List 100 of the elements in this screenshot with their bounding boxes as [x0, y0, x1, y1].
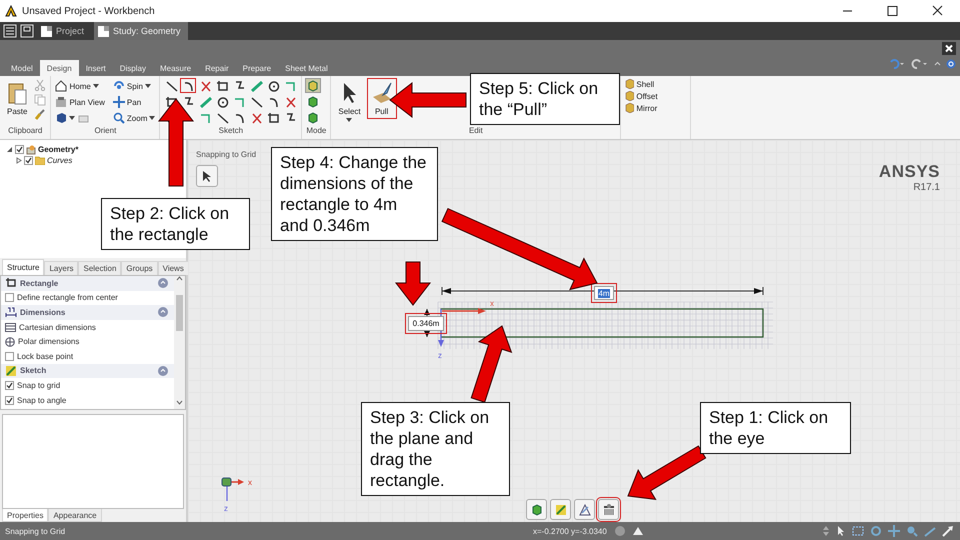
sketch-tool-icon[interactable]: [215, 111, 230, 124]
caret-icon: [92, 84, 99, 88]
caret-icon: [149, 116, 156, 120]
checkbox[interactable]: [15, 145, 24, 154]
redo-icon[interactable]: [911, 59, 929, 69]
spin-icon: [112, 80, 125, 92]
app-tab[interactable]: Project: [37, 22, 92, 40]
orient-button[interactable]: Pan: [112, 95, 156, 109]
panel-tab[interactable]: Structure: [2, 259, 44, 275]
polar-icon[interactable]: [5, 336, 15, 347]
mode-icon[interactable]: [306, 95, 320, 108]
axis-triad-drawing: x z: [218, 475, 260, 515]
ribbon-tab[interactable]: Display: [112, 60, 153, 76]
checkbox[interactable]: [5, 293, 14, 302]
orient-button[interactable]: Spin: [112, 79, 156, 93]
dimension-field[interactable]: 4m: [594, 286, 614, 300]
ribbon-button[interactable]: Pull: [368, 79, 396, 118]
ribbon-tab[interactable]: Design: [40, 60, 79, 76]
sketch-tool-icon[interactable]: [164, 79, 178, 92]
ribbon-tab[interactable]: Sheet Metal: [278, 60, 335, 76]
arrow-icon[interactable]: [942, 525, 954, 537]
rectangle-outline[interactable]: [440, 308, 764, 338]
sketch-tool-icon[interactable]: [249, 95, 264, 108]
grid-lines-icon[interactable]: [5, 322, 16, 332]
axis-label: z: [438, 351, 442, 360]
instruction-callout: Step 2: Click on the rectangle: [101, 198, 250, 250]
list-icon[interactable]: [3, 24, 17, 38]
ribbon-button[interactable]: Select: [335, 79, 364, 124]
grid-comb-icon[interactable]: [598, 499, 619, 520]
plane-icon[interactable]: [574, 499, 595, 520]
scrollbar-thumb[interactable]: [176, 295, 183, 331]
caret-icon: [346, 118, 352, 122]
panel-tab[interactable]: Properties: [2, 509, 48, 522]
app-tab[interactable]: Study: Geometry: [94, 22, 188, 40]
box-select-icon[interactable]: [852, 526, 864, 536]
scroll-up-icon[interactable]: [176, 276, 183, 281]
ribbon-button[interactable]: Offset: [625, 91, 658, 101]
ribbon-tab[interactable]: Insert: [78, 60, 113, 76]
select-tool-icon[interactable]: [196, 165, 218, 187]
option-label: Snap to angle: [17, 396, 66, 405]
sketch-icon: [5, 364, 17, 377]
ribbon-button[interactable]: Shell: [625, 79, 658, 89]
instruction-callout: Step 4: Change the dimensions of the rectangle to 4m and 0.346m: [271, 147, 438, 241]
solid-cube-icon[interactable]: [526, 499, 547, 520]
sketch-tool-icon[interactable]: [215, 79, 230, 92]
panel-tab[interactable]: Selection: [78, 261, 122, 275]
panel-tab[interactable]: Groups: [121, 261, 158, 275]
option-label: Define rectangle from center: [17, 293, 118, 302]
group-label: Clipboard: [7, 126, 44, 137]
paste-button[interactable]: Paste: [4, 79, 30, 118]
checkbox[interactable]: [5, 352, 14, 361]
orient-button[interactable]: Plan View: [55, 95, 105, 109]
instruction-callout: Step 5: Click on the “Pull”: [470, 73, 620, 125]
panel-tab[interactable]: Appearance: [48, 509, 102, 522]
ribbon-tab[interactable]: Repair: [198, 60, 236, 76]
help-icon[interactable]: [946, 59, 956, 69]
sketch-tool-icon[interactable]: [266, 111, 280, 124]
collapse-icon[interactable]: [158, 307, 168, 318]
ribbon-tab[interactable]: Model: [4, 60, 40, 76]
checkbox[interactable]: [24, 156, 33, 165]
group-label: Sketch: [218, 126, 244, 137]
rectangle-tool-icon[interactable]: [181, 79, 196, 92]
option-label: Cartesian dimensions: [19, 322, 96, 332]
ribbon-button[interactable]: Mirror: [625, 103, 658, 113]
sketch-tool-icon[interactable]: [215, 95, 230, 108]
brush-icon[interactable]: [34, 109, 46, 121]
scroll-down-icon[interactable]: [176, 400, 183, 405]
page-icon: [41, 26, 52, 36]
ribbon-tab[interactable]: Prepare: [236, 60, 278, 76]
cursor-coordinates: x=-0.2700 y=-3.0340: [533, 526, 607, 536]
canvas-hint: Snapping to Grid: [196, 150, 256, 159]
group-label: Orient: [94, 126, 118, 137]
orient-button[interactable]: Zoom: [112, 111, 156, 125]
triangle-icon[interactable]: [632, 526, 643, 536]
checkbox[interactable]: [5, 396, 14, 405]
axis-label: x: [490, 299, 494, 308]
pointer-icon[interactable]: [836, 525, 846, 537]
tree-item[interactable]: Curves: [47, 156, 72, 165]
close-icon[interactable]: [942, 42, 956, 55]
sketch-tool-icon[interactable]: [266, 79, 280, 92]
sketch-mode-icon[interactable]: [550, 499, 571, 520]
collapse-icon[interactable]: [158, 278, 168, 288]
ribbon-tab[interactable]: Measure: [152, 60, 198, 76]
window-title: Unsaved Project - Workbench: [22, 6, 156, 16]
tree-item[interactable]: Geometry*: [38, 145, 78, 154]
checkbox[interactable]: [5, 380, 14, 390]
instruction-callout: Step 1: Click on the eye: [700, 402, 851, 454]
collapse-icon[interactable]: [158, 366, 168, 376]
panel-tab[interactable]: Views: [158, 261, 189, 275]
mode-icon[interactable]: [306, 79, 320, 92]
expand-arrow-icon[interactable]: [15, 157, 22, 164]
version-label: R17.1: [912, 182, 940, 193]
panel-tab[interactable]: Layers: [44, 261, 78, 275]
mode-icon[interactable]: [306, 111, 320, 124]
orient-button[interactable]: Home: [55, 79, 105, 93]
save-icon[interactable]: [20, 24, 34, 38]
pull-icon: [370, 81, 393, 105]
collapse-arrow-icon[interactable]: [6, 146, 13, 153]
zoom-icon: [112, 112, 125, 124]
dimension-field[interactable]: 0.346m: [408, 316, 444, 331]
